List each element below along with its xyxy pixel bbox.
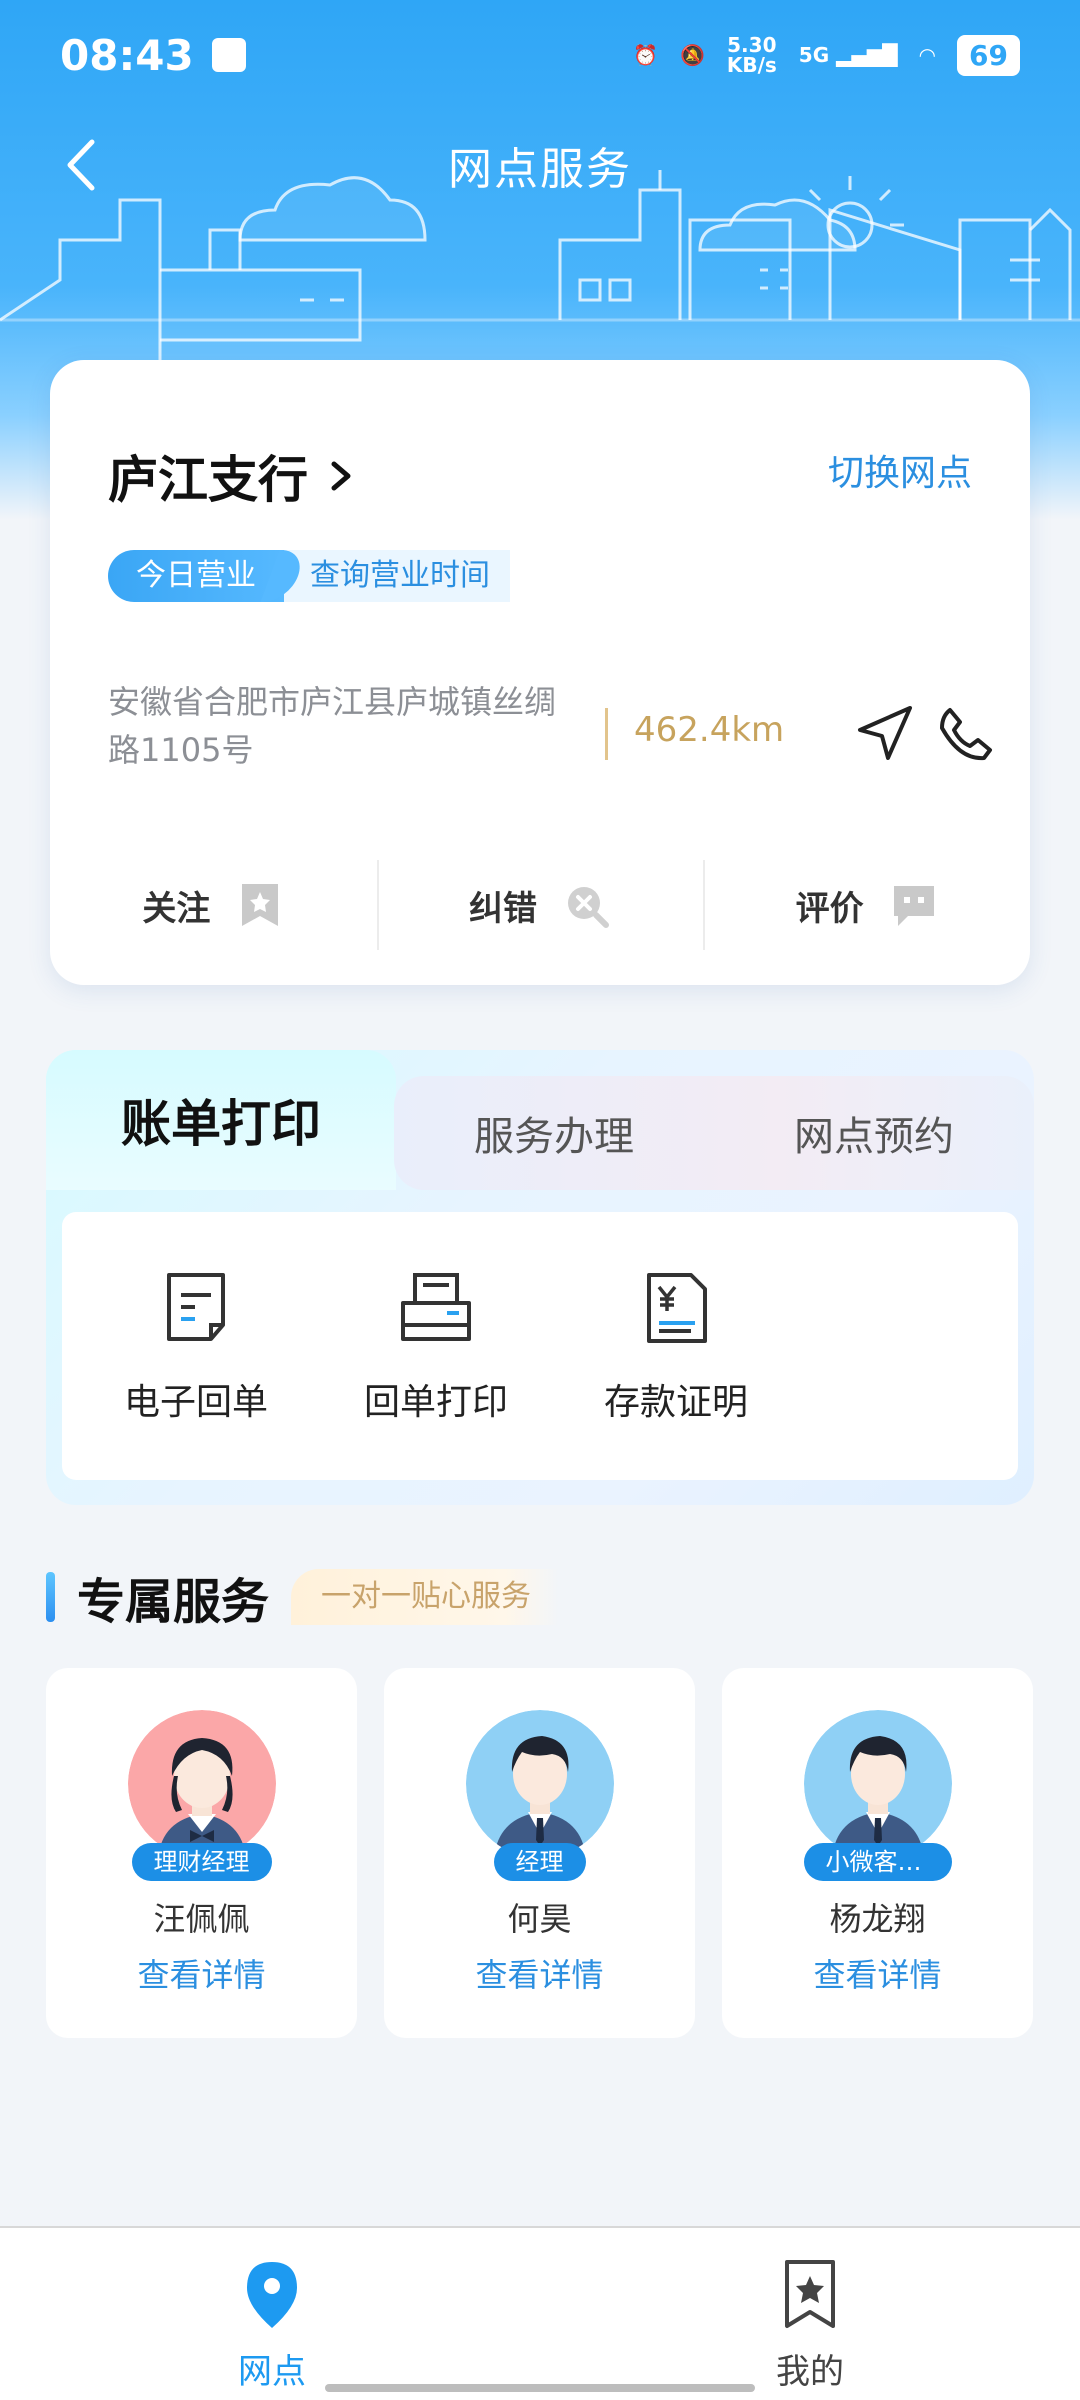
tab-service-handling[interactable]: 服务办理 [394, 1104, 714, 1162]
branch-name-link[interactable]: 庐江支行 [108, 440, 356, 512]
view-details-link[interactable]: 查看详情 [46, 1950, 357, 1996]
wifi-icon: ◠ [919, 43, 936, 67]
manager-card[interactable]: 小微客户… 杨龙翔 查看详情 [722, 1668, 1033, 2038]
net-speed: 5.30 KB/s [726, 33, 777, 77]
manager-name: 汪佩佩 [153, 1900, 250, 1938]
manager-name: 杨龙翔 [829, 1900, 926, 1938]
open-today-badge: 今日营业 [108, 550, 284, 602]
nav-branch[interactable]: 网点 [172, 2258, 372, 2393]
manager-card[interactable]: 理财经理 汪佩佩 查看详情 [46, 1668, 357, 2038]
service-deposit-certificate[interactable]: 存款证明 [556, 1267, 796, 1425]
query-hours-link[interactable]: 查询营业时间 [284, 550, 510, 602]
tab-bill-print[interactable]: 账单打印 [46, 1050, 396, 1190]
branch-address: 安徽省合肥市庐江县庐城镇丝绸路1105号 [108, 683, 557, 769]
manager-name: 何昊 [507, 1900, 572, 1938]
avatar-female [128, 1710, 276, 1858]
bookmark-star-icon [242, 884, 279, 926]
page-title: 网点服务 [448, 144, 632, 195]
bottom-nav: 网点 我的 [0, 2226, 1080, 2400]
switch-branch-link[interactable]: 切换网点 [828, 444, 972, 496]
branch-distance: 462.4km [634, 710, 785, 750]
bookmark-star-icon [785, 2260, 835, 2328]
section-title: 专属服务 [77, 1574, 270, 1630]
comment-icon [893, 886, 934, 926]
avatar-male [466, 1710, 614, 1858]
manager-role-badge: 小微客户… [803, 1843, 952, 1881]
service-items: 电子回单 回单打印 存款证明 [62, 1212, 1018, 1480]
service-e-receipt[interactable]: 电子回单 [76, 1267, 316, 1425]
e-receipt-icon [167, 1273, 225, 1341]
branch-name: 庐江支行 [108, 451, 308, 509]
mute-icon: 🔕 [679, 43, 705, 67]
header: 网点服务 [0, 120, 1080, 210]
service-panel: 账单打印 服务办理 网点预约 电子回单 回单打印 存款证明 [46, 1050, 1034, 1505]
manager-role-badge: 经理 [493, 1843, 586, 1881]
battery-icon: 69 [957, 34, 1020, 76]
chevron-right-icon [331, 461, 351, 491]
manager-card[interactable]: 经理 何昊 查看详情 [384, 1668, 695, 2038]
navigate-icon[interactable] [850, 698, 920, 768]
phone-icon[interactable] [930, 698, 1000, 768]
avatar-male [804, 1710, 952, 1858]
search-error-icon [568, 887, 609, 928]
signal-icon: 5G ▂▄▆█ [798, 43, 898, 67]
follow-button[interactable]: 关注 [50, 860, 377, 950]
deposit-certificate-icon [647, 1273, 707, 1343]
manager-role-badge: 理财经理 [131, 1843, 272, 1881]
section-accent-bar [46, 1572, 55, 1622]
section-tag: 一对一贴心服务 [291, 1569, 560, 1625]
review-button[interactable]: 评价 [703, 860, 1030, 950]
report-error-button[interactable]: 纠错 [376, 860, 704, 950]
divider [605, 708, 608, 760]
location-pin-icon [247, 2262, 297, 2328]
nav-mine[interactable]: 我的 [710, 2258, 910, 2393]
notification-icon [211, 38, 246, 72]
tab-branch-appointment[interactable]: 网点预约 [714, 1104, 1034, 1162]
alarm-icon: ⏰ [633, 43, 658, 67]
view-details-link[interactable]: 查看详情 [384, 1950, 695, 1996]
home-indicator [325, 2384, 755, 2392]
tab-strip: 服务办理 网点预约 [394, 1076, 1034, 1190]
service-receipt-print[interactable]: 回单打印 [316, 1267, 556, 1425]
exclusive-service-header: 专属服务 一对一贴心服务 [46, 1562, 560, 1632]
branch-actions: 关注 纠错 评价 [50, 860, 1030, 950]
status-time: 08:43 [60, 30, 194, 80]
back-arrow-icon[interactable] [50, 130, 120, 200]
business-hours: 今日营业 查询营业时间 [108, 550, 510, 602]
branch-card: 庐江支行 切换网点 今日营业 查询营业时间 安徽省合肥市庐江县庐城镇丝绸路110… [50, 360, 1030, 985]
status-bar: 08:43 ⏰ 🔕 5.30 KB/s 5G ▂▄▆█ ◠ 69 [0, 0, 1080, 110]
printer-icon [401, 1273, 471, 1341]
manager-list: 理财经理 汪佩佩 查看详情 经理 何昊 查看详情 小微客户… 杨龙翔 查看详情 [46, 1668, 1034, 2038]
view-details-link[interactable]: 查看详情 [722, 1950, 1033, 1996]
